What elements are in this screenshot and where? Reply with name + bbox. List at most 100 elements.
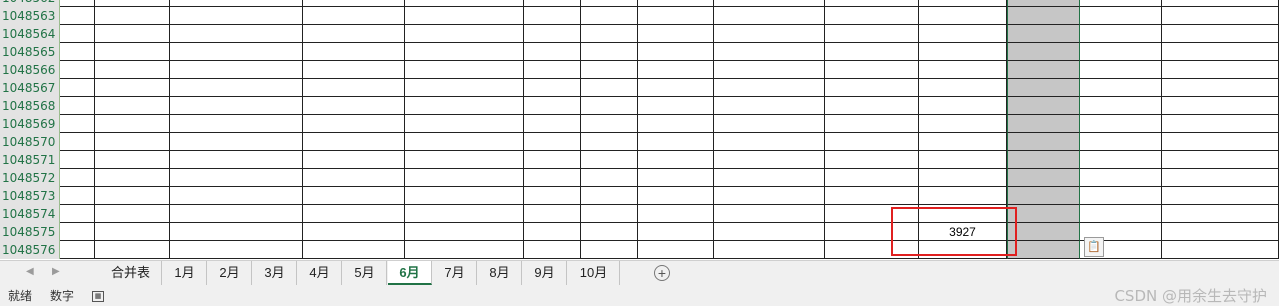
cell[interactable] bbox=[581, 79, 638, 97]
cell[interactable] bbox=[60, 223, 95, 241]
cell[interactable] bbox=[170, 0, 303, 7]
cell[interactable] bbox=[303, 169, 405, 187]
cell[interactable] bbox=[1162, 7, 1279, 25]
cell[interactable] bbox=[303, 0, 405, 7]
cell[interactable] bbox=[714, 169, 825, 187]
cell[interactable] bbox=[95, 79, 170, 97]
cell[interactable] bbox=[638, 61, 714, 79]
cell[interactable] bbox=[60, 79, 95, 97]
cell[interactable] bbox=[1007, 169, 1080, 187]
cell[interactable] bbox=[825, 79, 919, 97]
cell[interactable] bbox=[1007, 25, 1080, 43]
cell[interactable] bbox=[1162, 25, 1279, 43]
cell[interactable] bbox=[581, 151, 638, 169]
sheet-tab[interactable]: 3月 bbox=[253, 261, 297, 285]
cell[interactable] bbox=[919, 187, 1007, 205]
row-header[interactable]: 1048562 bbox=[0, 0, 60, 7]
cell[interactable] bbox=[95, 169, 170, 187]
cell[interactable] bbox=[524, 133, 581, 151]
cell[interactable] bbox=[405, 61, 524, 79]
cell[interactable] bbox=[1007, 133, 1080, 151]
cell[interactable] bbox=[714, 79, 825, 97]
cell[interactable] bbox=[405, 0, 524, 7]
cell[interactable] bbox=[95, 61, 170, 79]
cell[interactable] bbox=[95, 187, 170, 205]
cell[interactable] bbox=[60, 61, 95, 79]
cell[interactable] bbox=[581, 169, 638, 187]
cell[interactable] bbox=[524, 187, 581, 205]
cell[interactable] bbox=[1007, 97, 1080, 115]
cell[interactable] bbox=[524, 205, 581, 223]
cell[interactable] bbox=[170, 241, 303, 259]
cell[interactable] bbox=[581, 205, 638, 223]
cell[interactable] bbox=[303, 151, 405, 169]
cell[interactable] bbox=[95, 97, 170, 115]
sheet-tab[interactable]: 5月 bbox=[343, 261, 387, 285]
cell[interactable] bbox=[1162, 97, 1279, 115]
cell[interactable] bbox=[1080, 79, 1162, 97]
paste-options-icon[interactable]: 📋 bbox=[1084, 237, 1104, 257]
cell[interactable] bbox=[1162, 223, 1279, 241]
sheet-tab[interactable]: 2月 bbox=[208, 261, 252, 285]
cell[interactable] bbox=[714, 61, 825, 79]
cell[interactable] bbox=[303, 25, 405, 43]
cell[interactable] bbox=[714, 7, 825, 25]
cell[interactable] bbox=[1162, 133, 1279, 151]
cell[interactable] bbox=[638, 151, 714, 169]
cell[interactable] bbox=[524, 61, 581, 79]
cell[interactable] bbox=[1080, 187, 1162, 205]
cell[interactable] bbox=[405, 241, 524, 259]
cell[interactable] bbox=[405, 115, 524, 133]
cell[interactable] bbox=[95, 25, 170, 43]
sheet-tab[interactable]: 1月 bbox=[163, 261, 207, 285]
cell[interactable] bbox=[638, 7, 714, 25]
cell[interactable] bbox=[170, 7, 303, 25]
cell[interactable] bbox=[581, 0, 638, 7]
cell[interactable] bbox=[1080, 7, 1162, 25]
cell[interactable] bbox=[1007, 187, 1080, 205]
cell[interactable] bbox=[60, 241, 95, 259]
cell[interactable] bbox=[524, 79, 581, 97]
cell[interactable] bbox=[303, 43, 405, 61]
row-header[interactable]: 1048566 bbox=[0, 61, 60, 79]
cell[interactable] bbox=[524, 97, 581, 115]
cell[interactable] bbox=[825, 97, 919, 115]
cell[interactable] bbox=[303, 79, 405, 97]
cell[interactable] bbox=[60, 205, 95, 223]
cell[interactable] bbox=[170, 205, 303, 223]
cell[interactable] bbox=[919, 61, 1007, 79]
row-header[interactable]: 1048571 bbox=[0, 151, 60, 169]
row-header[interactable]: 1048563 bbox=[0, 7, 60, 25]
cell[interactable] bbox=[405, 97, 524, 115]
cell[interactable] bbox=[638, 25, 714, 43]
row-header[interactable]: 1048569 bbox=[0, 115, 60, 133]
cell[interactable] bbox=[581, 97, 638, 115]
cell[interactable] bbox=[405, 25, 524, 43]
cell[interactable] bbox=[825, 0, 919, 7]
cell[interactable] bbox=[919, 151, 1007, 169]
cell[interactable] bbox=[1162, 61, 1279, 79]
cell[interactable] bbox=[303, 205, 405, 223]
cell[interactable] bbox=[405, 187, 524, 205]
cell[interactable] bbox=[60, 0, 95, 7]
sheet-tab[interactable]: 7月 bbox=[433, 261, 477, 285]
cell[interactable] bbox=[1007, 151, 1080, 169]
cell[interactable] bbox=[638, 115, 714, 133]
cell[interactable] bbox=[1080, 43, 1162, 61]
cell[interactable] bbox=[638, 169, 714, 187]
cell[interactable] bbox=[95, 0, 170, 7]
sheet-tab[interactable]: 8月 bbox=[478, 261, 522, 285]
cell[interactable] bbox=[714, 187, 825, 205]
cell[interactable] bbox=[170, 223, 303, 241]
cell[interactable] bbox=[714, 223, 825, 241]
cell[interactable] bbox=[303, 61, 405, 79]
row-header[interactable]: 1048570 bbox=[0, 133, 60, 151]
cell[interactable] bbox=[581, 187, 638, 205]
macro-record-icon[interactable]: ▦ bbox=[92, 291, 104, 302]
cell[interactable] bbox=[1007, 61, 1080, 79]
cell[interactable] bbox=[524, 43, 581, 61]
cell[interactable] bbox=[714, 115, 825, 133]
cell[interactable] bbox=[1162, 151, 1279, 169]
row-header[interactable]: 1048574 bbox=[0, 205, 60, 223]
cell[interactable] bbox=[303, 223, 405, 241]
